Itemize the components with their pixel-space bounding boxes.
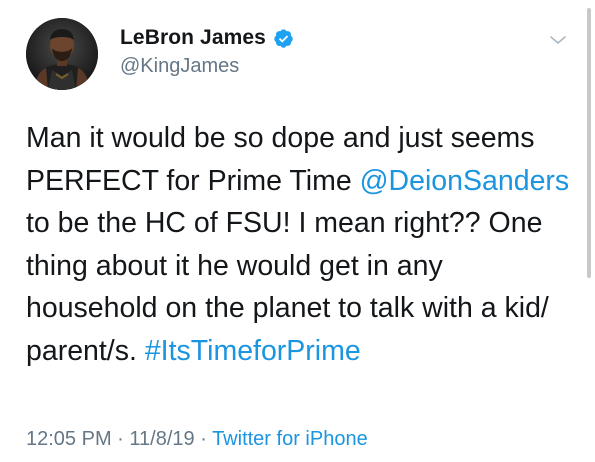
tweet-source-link[interactable]: Twitter for iPhone xyxy=(212,428,368,450)
verified-badge-icon xyxy=(273,28,294,49)
tweet-text-line: parent/s. #ItsTimeforPrime xyxy=(26,330,566,373)
meta-separator: · xyxy=(111,428,130,450)
tweet-text-segment: to be the HC of FSU! I mean right?? One xyxy=(26,207,543,240)
tweet-text-line: household on the planet to talk with a k… xyxy=(26,287,566,330)
tweet-text-segment: Man it would be so dope and just seems xyxy=(26,122,535,154)
avatar[interactable] xyxy=(26,18,98,90)
mention-link[interactable]: @DeionSanders xyxy=(360,165,570,197)
author-display-name[interactable]: LeBron James xyxy=(120,26,266,50)
tweet-text-segment: household on the planet to talk with a k… xyxy=(26,292,549,325)
author-handle[interactable]: @KingJames xyxy=(120,55,239,78)
tweet-text-line: Man it would be so dope and just seems xyxy=(26,117,566,160)
tweet-time[interactable]: 12:05 PM xyxy=(26,428,112,450)
tweet-text-line: PERFECT for Prime Time @DeionSanders xyxy=(26,160,569,203)
tweet-text-line: to be the HC of FSU! I mean right?? One xyxy=(26,202,566,245)
author-name-row[interactable]: LeBron James xyxy=(120,26,294,50)
tweet-date[interactable]: 11/8/19 xyxy=(129,428,194,450)
tweet-meta: 12:05 PM · 11/8/19 · Twitter for iPhone xyxy=(26,428,368,451)
meta-separator: · xyxy=(194,428,213,450)
hashtag-link[interactable]: #ItsTimeforPrime xyxy=(145,335,361,367)
tweet-text-line: thing about it he would get in any xyxy=(26,245,566,288)
tweet-card: LeBron James @KingJames Man it would be … xyxy=(0,0,595,462)
tweet-text-segment: parent/s. xyxy=(26,334,145,367)
scrollbar[interactable] xyxy=(587,8,591,278)
tweet-text-segment: thing about it he would get in any xyxy=(26,249,443,282)
chevron-down-icon[interactable] xyxy=(548,30,568,50)
tweet-text: Man it would be so dope and just seems PE… xyxy=(26,117,569,373)
tweet-text-segment: PERFECT for Prime Time xyxy=(26,164,360,197)
